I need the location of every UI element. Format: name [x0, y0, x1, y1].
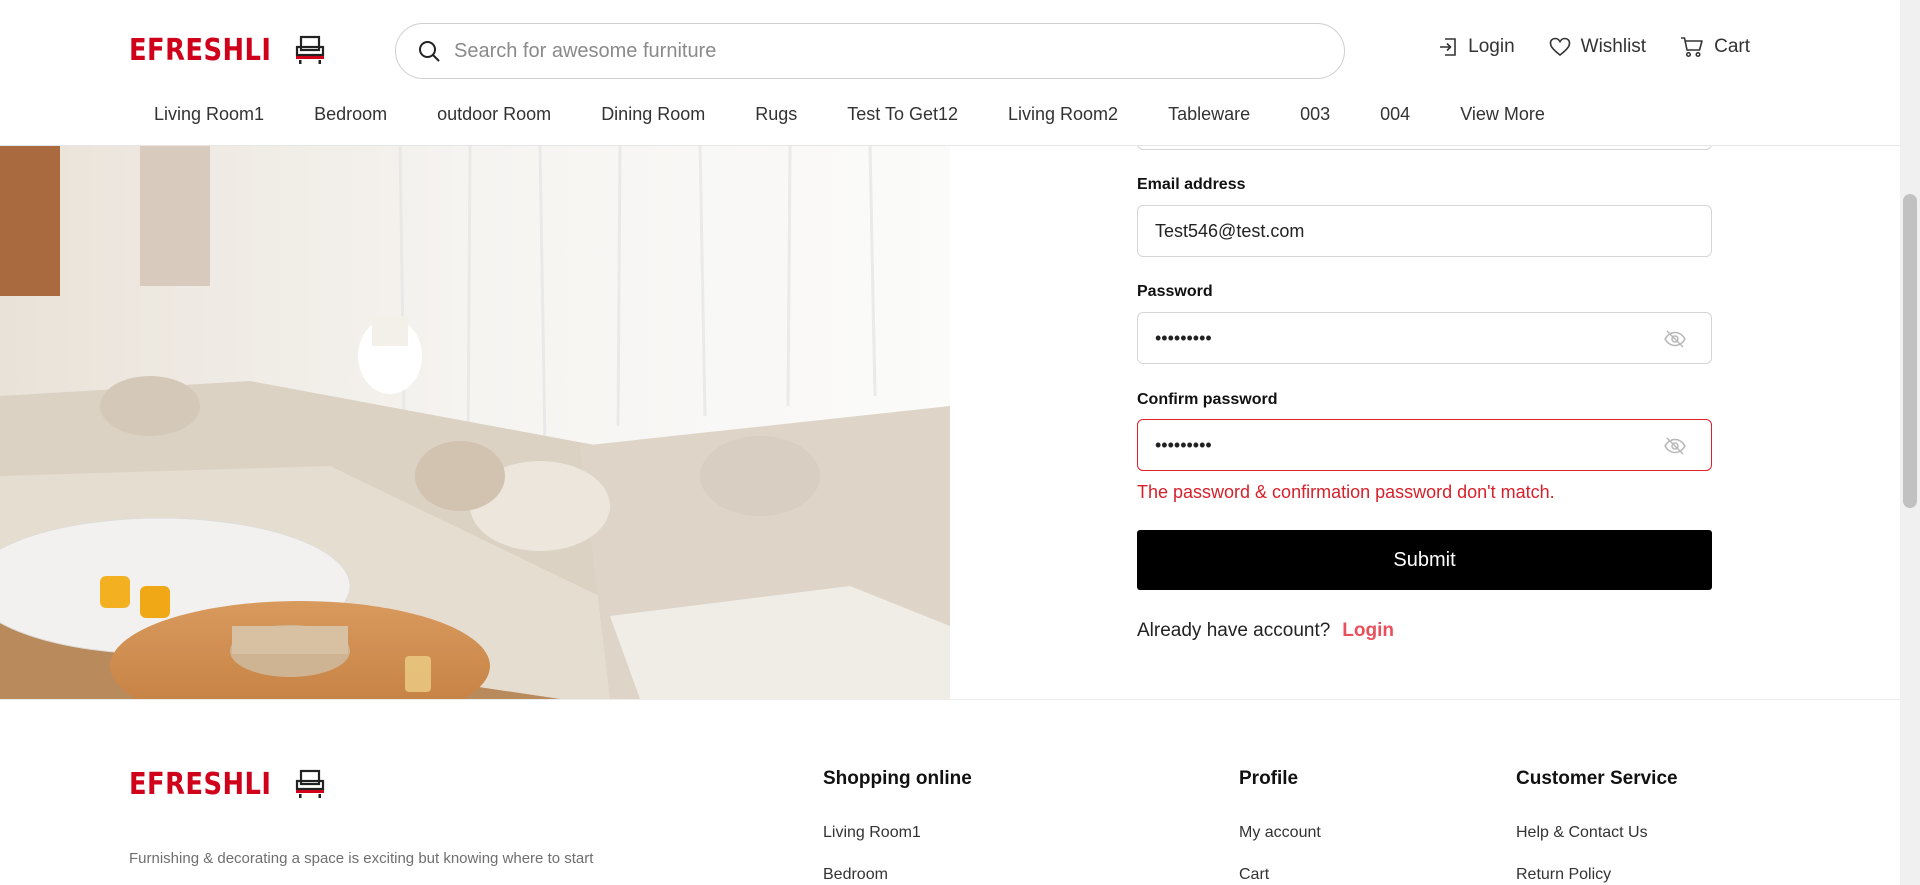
heart-icon	[1549, 37, 1570, 57]
footer-column-title: Profile	[1239, 768, 1299, 789]
cart-button[interactable]: Cart	[1680, 36, 1750, 58]
footer-description: Furnishing & decorating a space is excit…	[129, 850, 594, 867]
nav-item-003[interactable]: 003	[1275, 100, 1355, 129]
login-button[interactable]: Login	[1438, 36, 1515, 58]
footer-column-shopping: Shopping online Living Room1 Bedroom	[823, 768, 972, 885]
footer-link-bedroom[interactable]: Bedroom	[823, 866, 972, 884]
password-mismatch-error: The password & confirmation password don…	[1137, 482, 1555, 502]
footer-link-cart[interactable]: Cart	[1239, 866, 1321, 884]
password-label: Password	[1137, 283, 1213, 300]
confirm-password-input[interactable]	[1155, 434, 1625, 456]
login-prompt: Already have account? Login	[1137, 620, 1394, 642]
login-icon	[1440, 38, 1456, 56]
scrollbar-thumb[interactable]	[1903, 194, 1917, 508]
nav-item-test-to-get12[interactable]: Test To Get12	[822, 100, 983, 129]
footer-link-return-policy[interactable]: Return Policy	[1516, 866, 1678, 884]
section-divider	[0, 699, 1900, 700]
nav-item-outdoor-room[interactable]: outdoor Room	[412, 100, 576, 129]
header-actions: Login Wishlist Cart	[1438, 36, 1750, 58]
submit-button[interactable]: Submit	[1137, 530, 1712, 590]
wishlist-label: Wishlist	[1580, 36, 1647, 57]
footer-brand-logo-text: EFRESHLI	[129, 766, 272, 802]
footer-column-title: Shopping online	[823, 768, 972, 789]
footer-link-my-account[interactable]: My account	[1239, 824, 1321, 842]
nav-item-004[interactable]: 004	[1355, 100, 1435, 129]
cart-icon	[1681, 37, 1703, 58]
already-have-account-text: Already have account?	[1137, 620, 1331, 641]
site-header: EFRESHLI Login Wishlist	[0, 0, 1900, 146]
hide-confirm-password-icon[interactable]	[1663, 436, 1687, 456]
footer-link-help-contact[interactable]: Help & Contact Us	[1516, 824, 1678, 842]
hero-image	[0, 146, 950, 699]
email-label: Email address	[1137, 176, 1246, 193]
nav-item-tableware[interactable]: Tableware	[1143, 100, 1275, 129]
nav-item-rugs[interactable]: Rugs	[730, 100, 822, 129]
search-bar[interactable]	[395, 23, 1345, 79]
password-field[interactable]	[1137, 312, 1712, 364]
wishlist-button[interactable]: Wishlist	[1549, 36, 1646, 58]
nav-item-living-room1[interactable]: Living Room1	[129, 100, 289, 129]
living-room-illustration	[0, 146, 950, 699]
sofa-logo-icon	[295, 769, 324, 798]
email-input[interactable]	[1155, 220, 1625, 242]
email-field[interactable]	[1137, 205, 1712, 257]
login-link[interactable]: Login	[1342, 620, 1394, 642]
page-scrollbar[interactable]	[1900, 0, 1920, 885]
nav-item-dining-room[interactable]: Dining Room	[576, 100, 730, 129]
nav-item-bedroom[interactable]: Bedroom	[289, 100, 412, 129]
brand-logo[interactable]: EFRESHLI	[129, 30, 325, 70]
footer-column-profile: Profile My account Cart	[1239, 768, 1321, 885]
nav-item-living-room2[interactable]: Living Room2	[983, 100, 1143, 129]
password-input[interactable]	[1155, 327, 1625, 349]
confirm-password-field[interactable]	[1137, 419, 1712, 471]
confirm-password-label: Confirm password	[1137, 391, 1278, 408]
footer-column-customer-service: Customer Service Help & Contact Us Retur…	[1516, 768, 1678, 885]
footer-brand-logo[interactable]: EFRESHLI	[129, 764, 325, 804]
login-label: Login	[1468, 36, 1515, 57]
cart-label: Cart	[1714, 36, 1750, 57]
hide-password-icon[interactable]	[1663, 329, 1687, 349]
sofa-logo-icon	[295, 35, 324, 64]
search-icon	[419, 41, 440, 62]
nav-item-view-more[interactable]: View More	[1435, 100, 1570, 129]
footer-column-title: Customer Service	[1516, 768, 1678, 789]
brand-logo-text: EFRESHLI	[129, 32, 272, 68]
footer-link-living-room1[interactable]: Living Room1	[823, 824, 972, 842]
category-nav: Living Room1 Bedroom outdoor Room Dining…	[129, 100, 1570, 129]
search-input[interactable]	[454, 39, 1254, 63]
